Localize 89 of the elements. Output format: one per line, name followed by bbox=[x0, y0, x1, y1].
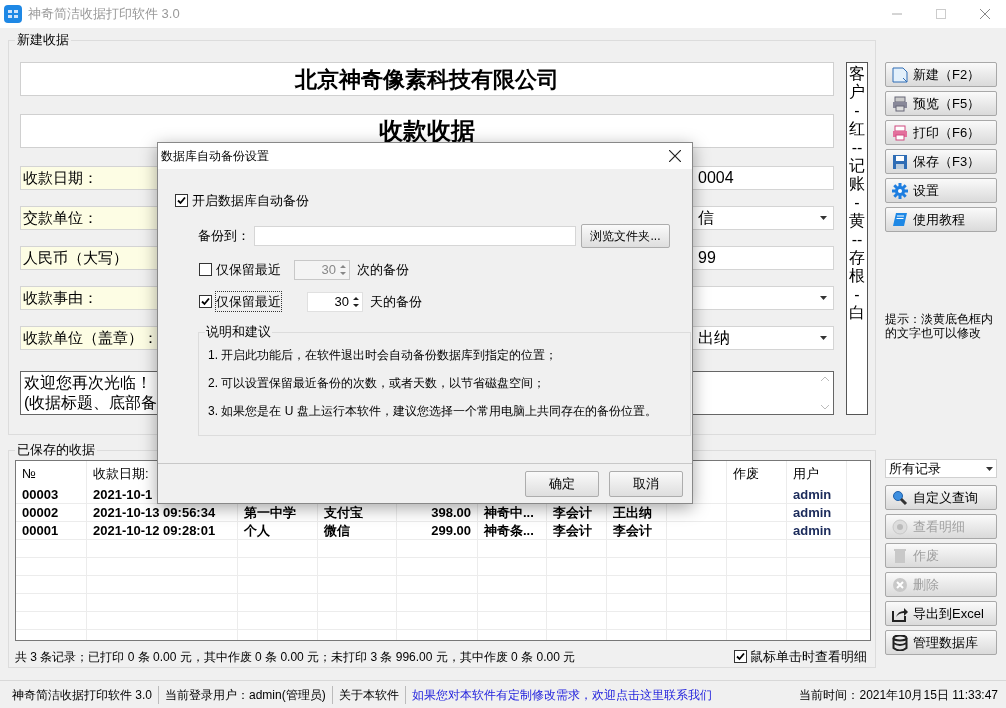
group-title: 已保存的收据 bbox=[15, 442, 97, 458]
action-button[interactable]: 导出到Excel bbox=[885, 601, 997, 626]
unit-label: 次的备份 bbox=[357, 260, 409, 279]
action-button[interactable]: 打印（F6） bbox=[885, 120, 997, 145]
status-text: 神奇简洁收据打印软件 3.0 bbox=[6, 685, 159, 704]
spinner-arrows-icon bbox=[353, 295, 359, 308]
checkbox-label[interactable]: 仅保留最近 bbox=[216, 259, 294, 280]
caret-icon bbox=[820, 296, 827, 300]
status-text: 当前登录用户：admin(管理员) bbox=[159, 685, 333, 704]
note-text: 2. 可以设置保留最近备份的次数，或者天数，以节省磁盘空间； bbox=[208, 374, 547, 392]
export-icon bbox=[892, 605, 908, 622]
text-line: (收据标题、底部备 bbox=[24, 393, 158, 413]
table-cell: 2021-10-12 09:28:01 bbox=[87, 522, 238, 539]
input-field[interactable] bbox=[254, 225, 576, 246]
printer-icon bbox=[892, 95, 908, 112]
caret-icon bbox=[820, 336, 827, 340]
check-icon bbox=[201, 297, 210, 306]
action-button[interactable]: 自定义查询 bbox=[885, 485, 997, 510]
action-button[interactable]: 新建（F2） bbox=[885, 62, 997, 87]
vertical-text: 客户-红--记账-黄--存根-白 bbox=[849, 65, 865, 323]
company-title-field[interactable]: 北京神奇像素科技有限公司 bbox=[20, 62, 834, 96]
disc-icon bbox=[892, 518, 908, 535]
table-cell: 299.00 bbox=[397, 522, 478, 539]
table-cell: 00001 bbox=[16, 522, 87, 539]
table-cell: 微信 bbox=[318, 522, 397, 539]
database-icon bbox=[892, 634, 908, 651]
dialog-title: 数据库自动备份设置 bbox=[161, 148, 269, 165]
scroll-down-icon bbox=[821, 405, 829, 410]
contact-link[interactable]: 如果您对本软件有定制修改需求，欢迎点击这里联系我们 bbox=[405, 685, 718, 704]
window-title: 神奇简洁收据打印软件 3.0 bbox=[28, 5, 180, 24]
table-cell: 00002 bbox=[16, 504, 87, 521]
action-button[interactable]: 设置 bbox=[885, 178, 997, 203]
unit-label: 天的备份 bbox=[370, 292, 422, 311]
column-header: 用户 bbox=[787, 461, 847, 486]
checkbox-label[interactable]: 仅保留最近 bbox=[216, 291, 281, 312]
action-button[interactable]: 保存（F3） bbox=[885, 149, 997, 174]
table-cell: 神奇条... bbox=[478, 522, 547, 539]
caret-icon bbox=[986, 466, 993, 471]
checkbox[interactable] bbox=[175, 194, 188, 208]
checkbox-label[interactable]: 鼠标单击时查看明细 bbox=[750, 647, 867, 667]
hint-text: 提示：淡黄底色框内的文字也可以修改 bbox=[885, 312, 994, 340]
spinner-field[interactable]: 30 bbox=[307, 291, 363, 312]
document-icon bbox=[892, 66, 908, 83]
action-button[interactable]: 预览（F5） bbox=[885, 91, 997, 116]
action-button[interactable]: 管理数据库 bbox=[885, 630, 997, 655]
checkbox[interactable] bbox=[199, 295, 212, 308]
checkbox[interactable] bbox=[199, 263, 212, 276]
table-cell: 李会计 bbox=[547, 522, 607, 539]
dialog-button[interactable]: 取消 bbox=[609, 470, 683, 497]
checkbox-label[interactable]: 开启数据库自动备份 bbox=[192, 191, 309, 211]
status-text: 关于本软件 bbox=[332, 685, 406, 704]
group-title: 新建收据 bbox=[15, 32, 71, 48]
printer-icon bbox=[892, 124, 908, 141]
status-clock: 当前时间：2021年10月15日 11:33:47 bbox=[799, 686, 998, 704]
search-icon bbox=[892, 489, 908, 506]
table-cell: admin bbox=[787, 486, 847, 503]
text-line: 欢迎您再次光临！ bbox=[24, 373, 152, 393]
check-icon bbox=[736, 652, 745, 662]
action-button[interactable]: 使用教程 bbox=[885, 207, 997, 232]
app-icon bbox=[4, 5, 22, 23]
floppy-icon bbox=[892, 153, 908, 170]
column-header: 作废 bbox=[727, 461, 787, 486]
group-title: 说明和建议 bbox=[205, 323, 272, 340]
column-header: № bbox=[16, 461, 87, 486]
note-text: 1. 开启此功能后，在软件退出时会自动备份数据库到指定的位置； bbox=[208, 346, 559, 364]
close-icon bbox=[980, 9, 990, 19]
close-icon bbox=[669, 150, 681, 162]
dialog-button[interactable]: 确定 bbox=[525, 470, 599, 497]
book-icon bbox=[892, 211, 908, 228]
close-button[interactable] bbox=[668, 149, 682, 163]
note-text: 3. 如果您是在 U 盘上运行本软件，建议您选择一个常用电脑上共同存在的备份位置。 bbox=[208, 402, 658, 420]
table-cell: 李会计 bbox=[607, 522, 667, 539]
browse-button[interactable]: 浏览文件夹... bbox=[581, 223, 670, 248]
table-cell: admin bbox=[787, 504, 847, 521]
caret-icon bbox=[820, 216, 827, 220]
table-cell: 00003 bbox=[16, 486, 87, 503]
summary-text: 共 3 条记录；已打印 0 条 0.00 元，其中作废 0 条 0.00 元；未打印 3 条 996.00 元，其中作废 0 条 0.00 元 bbox=[15, 648, 576, 666]
scroll-up-icon bbox=[821, 376, 829, 381]
maximize-icon bbox=[936, 9, 946, 19]
table-cell: 个人 bbox=[238, 522, 318, 539]
table-cell: admin bbox=[787, 522, 847, 539]
field-label: 备份到： bbox=[198, 226, 250, 245]
filter-dropdown[interactable]: 所有记录 bbox=[885, 459, 997, 478]
checkbox[interactable] bbox=[734, 650, 747, 664]
spinner-arrows-icon bbox=[340, 263, 346, 276]
gear-icon bbox=[892, 182, 908, 199]
check-icon bbox=[177, 196, 186, 206]
close-circle-icon bbox=[892, 576, 908, 593]
trash-icon bbox=[892, 547, 908, 564]
